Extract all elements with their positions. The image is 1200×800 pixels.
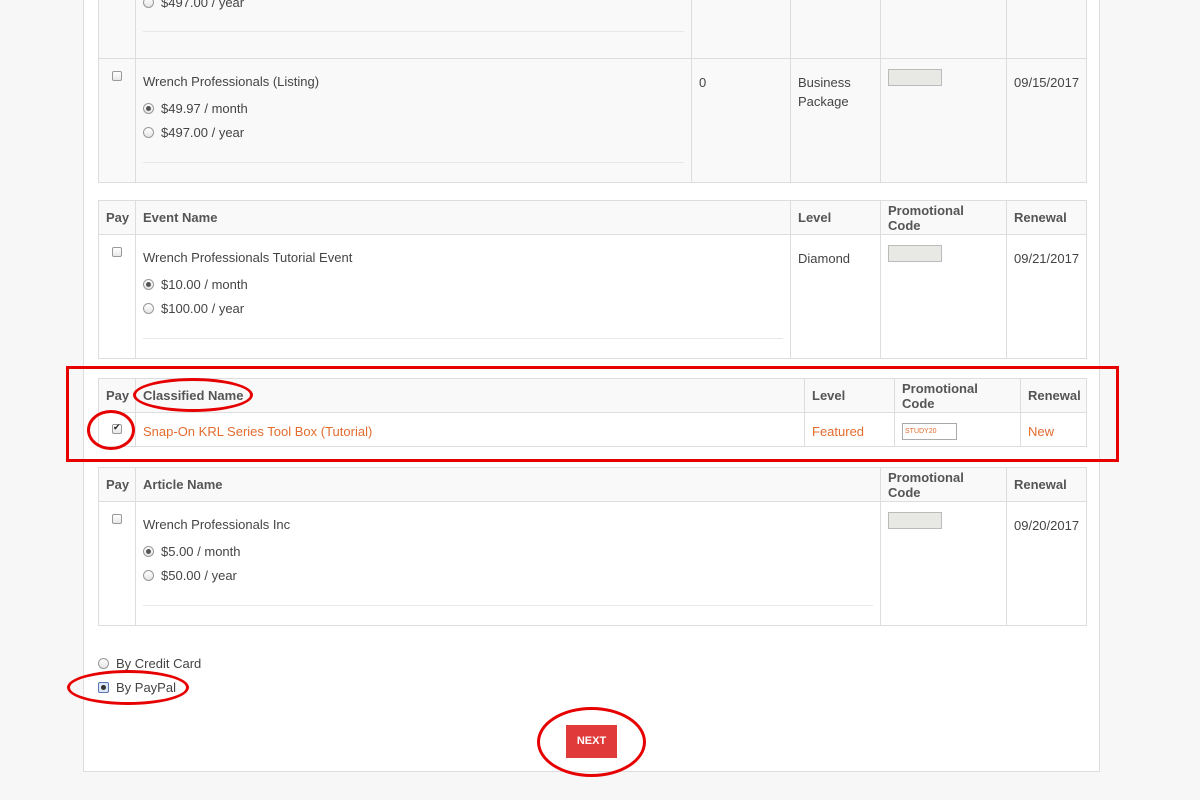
year-radio[interactable] — [143, 302, 154, 314]
promo-code-input[interactable] — [888, 245, 942, 262]
listing-name: Wrench Professionals (Listing) — [143, 74, 320, 89]
event-name: Wrench Professionals Tutorial Event — [143, 250, 353, 265]
listing-count: 0 — [699, 75, 707, 90]
header-level: Level — [790, 200, 881, 235]
pay-checkbox[interactable] — [112, 422, 122, 434]
header-level: Level — [804, 378, 895, 413]
renewal-status: New — [1028, 424, 1055, 439]
header-event-name: Event Name — [135, 200, 791, 235]
renewal-date: 09/20/2017 — [1014, 518, 1080, 533]
option-label: $5.00 / month — [161, 543, 241, 559]
table-row: Snap-On KRL Series Tool Box (Tutorial) F… — [98, 412, 1087, 447]
header-promo: Promotional Code — [880, 200, 1007, 235]
article-name: Wrench Professionals Inc — [143, 517, 291, 532]
header-renewal: Renewal — [1006, 200, 1087, 235]
listing-level: Business Package — [798, 75, 851, 109]
table-row: Wrench Professionals Inc $5.00 / month $… — [98, 501, 1087, 626]
option-label: $497.00 / year — [161, 124, 245, 140]
pay-checkbox[interactable] — [112, 514, 122, 524]
paypal-option[interactable]: By PayPal — [98, 680, 176, 695]
classified-level: Featured — [812, 424, 865, 439]
classified-table: Pay Classified Name Level Promotional Co… — [98, 378, 1087, 447]
header-promo: Promotional Code — [880, 467, 1007, 502]
month-radio[interactable] — [143, 102, 154, 114]
header-pay: Pay — [98, 378, 136, 413]
option-label: $10.00 / month — [161, 276, 248, 292]
credit-card-option[interactable]: By Credit Card — [98, 656, 201, 671]
paypal-radio[interactable] — [98, 682, 109, 693]
article-table: Pay Article Name Promotional Code Renewa… — [98, 467, 1087, 626]
promo-code-input[interactable]: STUDY20 — [902, 423, 957, 440]
event-level: Diamond — [798, 251, 851, 266]
paypal-label: By PayPal — [116, 680, 176, 695]
month-radio[interactable] — [143, 278, 154, 290]
option-label: $497.00 / year — [161, 0, 245, 10]
credit-card-label: By Credit Card — [116, 656, 202, 671]
header-renewal: Renewal — [1006, 467, 1087, 502]
pay-checkbox[interactable] — [112, 247, 122, 257]
year-radio[interactable] — [143, 126, 154, 138]
year-radio[interactable] — [143, 569, 154, 581]
pay-checkbox[interactable] — [112, 71, 122, 81]
next-button[interactable]: NEXT — [566, 725, 617, 758]
listing-table: $497.00 / year Wrench Professionals (Lis… — [98, 0, 1087, 183]
event-table: Pay Event Name Level Promotional Code Re… — [98, 200, 1087, 359]
option-label: $100.00 / year — [161, 300, 245, 316]
table-row: Wrench Professionals (Listing) $49.97 / … — [98, 58, 1087, 183]
credit-card-radio[interactable] — [98, 658, 109, 669]
promo-code-input[interactable] — [888, 512, 942, 529]
header-renewal: Renewal — [1020, 378, 1087, 413]
year-radio[interactable] — [143, 0, 154, 8]
option-label: $49.97 / month — [161, 100, 248, 116]
header-classified-name: Classified Name — [135, 378, 805, 413]
table-row: $497.00 / year — [98, 0, 1087, 59]
header-article-name: Article Name — [135, 467, 881, 502]
renewal-date: 09/15/2017 — [1014, 75, 1080, 90]
option-label: $50.00 / year — [161, 567, 237, 583]
classified-name-link[interactable]: Snap-On KRL Series Tool Box (Tutorial) — [143, 413, 797, 441]
month-radio[interactable] — [143, 545, 154, 557]
renewal-date: 09/21/2017 — [1014, 251, 1080, 266]
promo-code-input[interactable] — [888, 69, 942, 86]
header-pay: Pay — [98, 467, 136, 502]
table-row: Wrench Professionals Tutorial Event $10.… — [98, 234, 1087, 359]
header-promo: Promotional Code — [894, 378, 1021, 413]
header-pay: Pay — [98, 200, 136, 235]
